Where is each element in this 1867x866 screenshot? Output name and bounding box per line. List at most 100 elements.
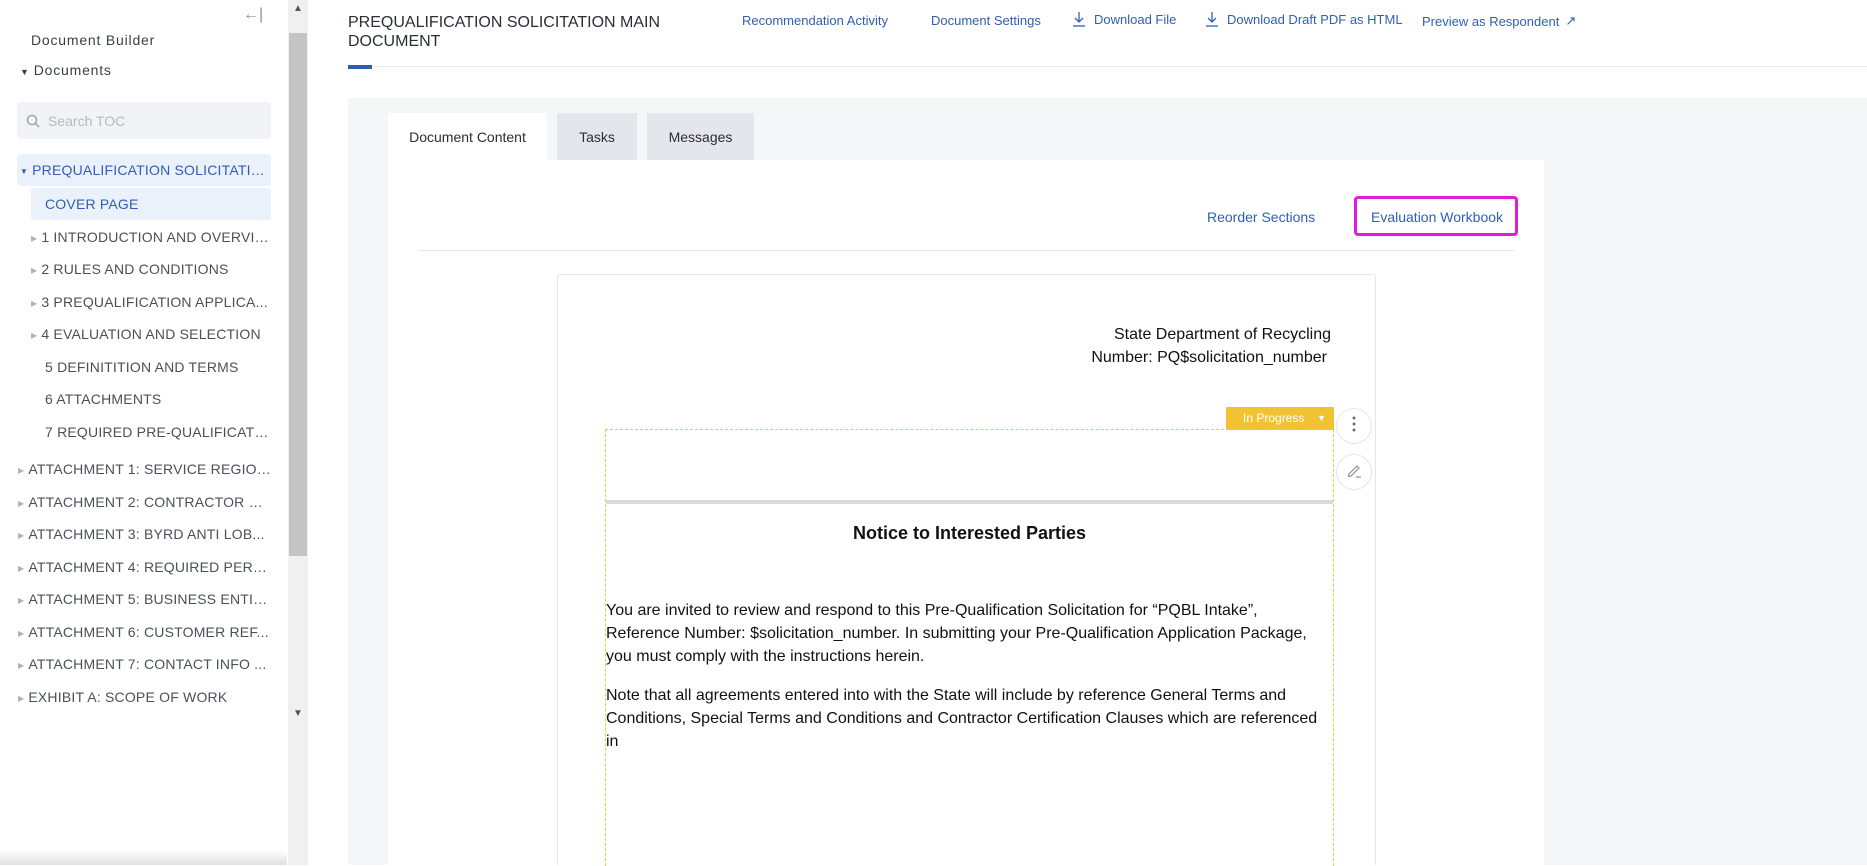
sidebar-scrollbar[interactable]: ▲ ▼	[288, 0, 308, 865]
toc-item-section-3[interactable]: ▶ 3 PREQUALIFICATION APPLICA...	[31, 286, 271, 318]
agency-name: State Department of Recycling	[1114, 326, 1331, 343]
main-area: PREQUALIFICATION SOLICITATION MAIN DOCUM…	[308, 0, 1867, 866]
toc-item-label: ATTACHMENT 5: BUSINESS ENTIT...	[28, 591, 271, 607]
toc-item-exhibit-a[interactable]: ▶ EXHIBIT A: SCOPE OF WORK	[18, 681, 271, 713]
toc-item-cover-page[interactable]: COVER PAGE	[31, 188, 271, 220]
download-file-link[interactable]: Download File	[1072, 11, 1176, 27]
more-vertical-icon	[1352, 416, 1356, 437]
toc-item-attachment-2[interactable]: ▶ ATTACHMENT 2: CONTRACTOR C...	[18, 486, 271, 518]
caret-right-icon: ▶	[18, 564, 25, 573]
caret-right-icon: ▶	[31, 266, 38, 275]
toc-item-label: 2 RULES AND CONDITIONS	[41, 261, 229, 277]
section-rule	[606, 500, 1333, 504]
toc-item-section-2[interactable]: ▶ 2 RULES AND CONDITIONS	[31, 253, 271, 285]
documents-section[interactable]: ▼ Documents	[20, 62, 112, 78]
scroll-down-icon[interactable]: ▼	[293, 708, 303, 719]
toc-item-label: 1 INTRODUCTION AND OVERVIE...	[41, 229, 271, 245]
caret-right-icon: ▶	[31, 331, 38, 340]
status-label: In Progress	[1243, 411, 1305, 425]
toc-item-label: ATTACHMENT 1: SERVICE REGION...	[28, 461, 271, 477]
toc-item-label: PREQUALIFICATION SOLICITATIO...	[32, 162, 271, 178]
caret-down-icon: ▼	[20, 67, 30, 77]
toc-item-label: COVER PAGE	[45, 196, 139, 212]
toc-search[interactable]	[17, 102, 271, 139]
toc-item-section-5[interactable]: 5 DEFINITITION AND TERMS	[45, 351, 271, 383]
collapse-sidebar-icon[interactable]: ←|	[243, 6, 263, 24]
evaluation-workbook-highlight	[1354, 196, 1518, 236]
toc-item-attachment-3[interactable]: ▶ ATTACHMENT 3: BYRD ANTI LOB...	[18, 518, 271, 550]
download-draft-label: Download Draft PDF as HTML	[1227, 11, 1403, 27]
toc-item-label: ATTACHMENT 6: CUSTOMER REF...	[28, 624, 269, 640]
preview-as-respondent-link[interactable]: Preview as Respondent ↗	[1422, 13, 1576, 29]
caret-right-icon: ▶	[31, 234, 38, 243]
download-file-label: Download File	[1094, 11, 1177, 27]
toc-item-section-1[interactable]: ▶ 1 INTRODUCTION AND OVERVIE...	[31, 221, 271, 253]
documents-label: Documents	[33, 62, 112, 78]
tab-document-content[interactable]: Document Content	[388, 113, 547, 161]
caret-down-icon: ▼	[20, 167, 29, 176]
toc-item-label: 5 DEFINITITION AND TERMS	[45, 359, 239, 375]
scrollbar-thumb[interactable]	[289, 33, 307, 556]
header-divider	[348, 66, 1867, 67]
status-dropdown[interactable]: In Progress ▼	[1226, 407, 1334, 430]
recommendation-activity-link[interactable]: Recommendation Activity	[742, 13, 888, 28]
paragraph-1: You are invited to review and respond to…	[606, 602, 1307, 665]
toc-item-prequalification[interactable]: ▼ PREQUALIFICATION SOLICITATIO...	[17, 154, 271, 186]
document-settings-link[interactable]: Document Settings	[931, 13, 1041, 28]
toc-sidebar: ←| Document Builder ▼Documents ▼PREQUALI…	[0, 0, 287, 865]
caret-right-icon: ▶	[31, 299, 38, 308]
toc-item-attachment-7[interactable]: ▶ ATTACHMENT 7: CONTACT INFO ...	[18, 648, 271, 680]
toc-item-label: ATTACHMENT 2: CONTRACTOR C...	[28, 494, 271, 510]
caret-right-icon: ▶	[18, 629, 25, 638]
caret-right-icon: ▶	[18, 531, 25, 540]
search-input[interactable]	[46, 111, 250, 130]
scroll-up-icon[interactable]: ▲	[293, 3, 303, 14]
toc-item-label: 4 EVALUATION AND SELECTION	[41, 326, 261, 342]
toc-item-attachment-1[interactable]: ▶ ATTACHMENT 1: SERVICE REGION...	[18, 453, 271, 485]
tab-label: Messages	[668, 129, 733, 145]
caret-down-icon: ▼	[1317, 413, 1326, 423]
tab-messages[interactable]: Messages	[647, 113, 754, 161]
section-more-button[interactable]	[1336, 408, 1372, 444]
toc-item-section-7[interactable]: 7 REQUIRED PRE-QUALIFICATIO...	[45, 416, 271, 448]
caret-right-icon: ▶	[18, 499, 25, 508]
sidebar-title: Document Builder	[31, 32, 156, 48]
caret-right-icon: ▶	[18, 466, 25, 475]
tab-label: Tasks	[579, 129, 615, 145]
content-divider	[418, 250, 1514, 251]
toc-item-label: 6 ATTACHMENTS	[45, 391, 162, 407]
preview-label: Preview as Respondent	[1422, 13, 1560, 29]
document-page: State Department of Recycling Number: PQ…	[557, 274, 1376, 866]
reorder-sections-button[interactable]: Reorder Sections	[1207, 209, 1315, 225]
paragraph-2: Note that all agreements entered into wi…	[606, 687, 1318, 750]
pencil-icon	[1345, 461, 1363, 484]
toc-item-attachment-5[interactable]: ▶ ATTACHMENT 5: BUSINESS ENTIT...	[18, 583, 271, 615]
toc-item-label: ATTACHMENT 4: REQUIRED PERS...	[28, 559, 271, 575]
download-icon	[1072, 11, 1086, 27]
toc-item-label: 7 REQUIRED PRE-QUALIFICATIO...	[45, 424, 271, 440]
notice-title: Notice to Interested Parties	[852, 523, 1087, 543]
external-link-icon: ↗	[1565, 13, 1577, 28]
document-settings-label: Document Settings	[931, 13, 1041, 28]
title-underline	[348, 65, 372, 69]
download-icon	[1205, 11, 1219, 27]
caret-right-icon: ▶	[18, 694, 25, 703]
document-section-block[interactable]: Notice to Interested Parties You are inv…	[605, 429, 1334, 866]
tab-tasks[interactable]: Tasks	[557, 113, 637, 161]
toc-item-label: ATTACHMENT 7: CONTACT INFO ...	[28, 656, 267, 672]
recommendation-activity-label: Recommendation Activity	[742, 13, 888, 28]
download-draft-link[interactable]: Download Draft PDF as HTML	[1205, 11, 1403, 27]
caret-right-icon: ▶	[18, 661, 25, 670]
caret-right-icon: ▶	[18, 596, 25, 605]
toc-item-label: 3 PREQUALIFICATION APPLICA...	[41, 294, 268, 310]
toc-item-label: EXHIBIT A: SCOPE OF WORK	[28, 689, 228, 705]
solicitation-number: Number: PQ$solicitation_number	[1091, 349, 1327, 366]
section-edit-button[interactable]	[1336, 454, 1372, 490]
toc-item-attachment-4[interactable]: ▶ ATTACHMENT 4: REQUIRED PERS...	[18, 551, 271, 583]
toc-item-label: ATTACHMENT 3: BYRD ANTI LOB...	[28, 526, 265, 542]
toc-item-section-6[interactable]: 6 ATTACHMENTS	[45, 383, 271, 415]
toc-item-section-4[interactable]: ▶ 4 EVALUATION AND SELECTION	[31, 318, 271, 350]
page-title: PREQUALIFICATION SOLICITATION MAIN DOCUM…	[348, 14, 661, 50]
toc-item-attachment-6[interactable]: ▶ ATTACHMENT 6: CUSTOMER REF...	[18, 616, 271, 648]
tab-label: Document Content	[409, 129, 526, 145]
